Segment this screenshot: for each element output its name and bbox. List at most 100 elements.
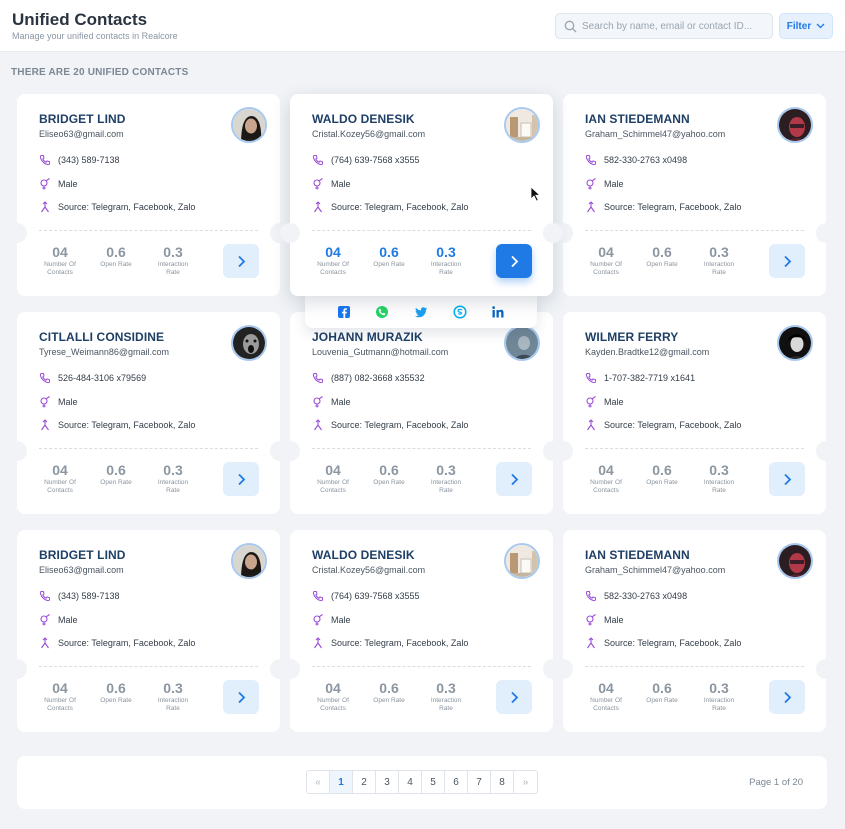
- contact-gender: Male: [312, 178, 351, 190]
- search-input[interactable]: [582, 18, 768, 34]
- contact-name[interactable]: JOHANN MURAZIK: [312, 330, 423, 344]
- gender-icon: [586, 178, 596, 190]
- stat-contacts: 04 Number Of Contacts: [313, 462, 353, 495]
- phone-text: 582-330-2763 x0498: [604, 155, 688, 165]
- contact-card[interactable]: WALDO DENESIK Cristal.Kozey56@gmail.com (7…: [280, 530, 563, 732]
- card-notch: [280, 441, 300, 461]
- contact-card[interactable]: JOHANN MURAZIK Louvenia_Gutmann@hotmail.c…: [280, 312, 563, 514]
- phone-text: (764) 639-7568 x3555: [331, 155, 420, 165]
- contact-phone: 526-484-3106 x79569: [39, 372, 146, 384]
- filter-label: Filter: [786, 20, 812, 32]
- contact-name[interactable]: IAN STIEDEMANN: [585, 548, 690, 562]
- contact-phone: (764) 639-7568 x3555: [312, 590, 420, 602]
- page-button-3[interactable]: 3: [376, 771, 399, 793]
- chevron-down-icon: [816, 23, 825, 29]
- open-contact-button[interactable]: [769, 244, 805, 278]
- stat-label: Number Of Contacts: [317, 261, 349, 276]
- open-contact-button[interactable]: [496, 244, 532, 278]
- stat-value: 04: [598, 680, 614, 696]
- contact-name[interactable]: BRIDGET LIND: [39, 112, 126, 126]
- stat-label: Number Of Contacts: [317, 697, 349, 712]
- chevron-right-icon: [783, 255, 791, 267]
- prev-page-button[interactable]: «: [307, 771, 330, 793]
- whatsapp-icon[interactable]: [375, 305, 389, 319]
- gender-text: Male: [331, 397, 351, 407]
- contact-card[interactable]: IAN STIEDEMANN Graham_Schimmel47@yahoo.co…: [553, 530, 836, 732]
- phone-icon: [39, 591, 50, 602]
- chevron-right-icon: [510, 255, 518, 267]
- stat-open-rate: 0.6 Open Rate: [642, 244, 682, 269]
- card-divider: [585, 666, 804, 667]
- gender-text: Male: [58, 397, 78, 407]
- stat-label: Interaction Rate: [430, 697, 462, 712]
- contact-card[interactable]: BRIDGET LIND Eliseo63@gmail.com (343) 589-…: [7, 94, 290, 296]
- contact-phone: (887) 082-3668 x35532: [312, 372, 425, 384]
- avatar: [777, 543, 813, 579]
- stat-value: 0.3: [163, 244, 183, 260]
- stat-value: 0.6: [652, 244, 672, 260]
- contact-name[interactable]: BRIDGET LIND: [39, 548, 126, 562]
- contact-card[interactable]: IAN STIEDEMANN Graham_Schimmel47@yahoo.co…: [553, 94, 836, 296]
- page-button-6[interactable]: 6: [445, 771, 468, 793]
- gender-icon: [586, 396, 596, 408]
- stat-interaction-rate: 0.3 Interaction Rate: [699, 680, 739, 713]
- contact-name[interactable]: CITLALLI CONSIDINE: [39, 330, 164, 344]
- open-contact-button[interactable]: [223, 462, 259, 496]
- phone-text: (764) 639-7568 x3555: [331, 591, 420, 601]
- contact-card[interactable]: BRIDGET LIND Eliseo63@gmail.com (343) 589-…: [7, 530, 290, 732]
- card-notch: [553, 441, 573, 461]
- page-button-2[interactable]: 2: [353, 771, 376, 793]
- chevron-right-icon: [510, 691, 518, 703]
- search-box[interactable]: [555, 13, 773, 39]
- avatar: [231, 543, 267, 579]
- contact-card[interactable]: CITLALLI CONSIDINE Tyrese_Weimann86@gmail…: [7, 312, 290, 514]
- contact-name[interactable]: WALDO DENESIK: [312, 548, 415, 562]
- stat-value: 0.3: [709, 680, 729, 696]
- stat-open-rate: 0.6 Open Rate: [642, 462, 682, 487]
- page-button-7[interactable]: 7: [468, 771, 491, 793]
- contact-source: Source: Telegram, Facebook, Zalo: [39, 419, 195, 431]
- contact-card[interactable]: WALDO DENESIK Cristal.Kozey56@gmail.com (7…: [280, 94, 563, 296]
- contact-name[interactable]: IAN STIEDEMANN: [585, 112, 690, 126]
- filter-button[interactable]: Filter: [779, 13, 833, 39]
- contact-email: Eliseo63@gmail.com: [39, 129, 124, 139]
- stat-value: 0.3: [709, 244, 729, 260]
- linkedin-icon[interactable]: [491, 305, 505, 319]
- page-button-8[interactable]: 8: [491, 771, 514, 793]
- open-contact-button[interactable]: [496, 680, 532, 714]
- social-share-bar: [305, 296, 537, 328]
- open-contact-button[interactable]: [769, 680, 805, 714]
- page-button-5[interactable]: 5: [422, 771, 445, 793]
- contact-source: Source: Telegram, Facebook, Zalo: [39, 637, 195, 649]
- page-button-4[interactable]: 4: [399, 771, 422, 793]
- next-page-button[interactable]: »: [514, 771, 537, 793]
- stat-value: 0.6: [379, 244, 399, 260]
- contact-source: Source: Telegram, Facebook, Zalo: [39, 201, 195, 213]
- twitter-icon[interactable]: [414, 305, 428, 319]
- stat-contacts: 04 Number Of Contacts: [40, 244, 80, 277]
- stat-interaction-rate: 0.3 Interaction Rate: [426, 244, 466, 277]
- contact-name[interactable]: WILMER FERRY: [585, 330, 678, 344]
- avatar: [504, 107, 540, 143]
- contact-email: Eliseo63@gmail.com: [39, 565, 124, 575]
- stat-value: 04: [325, 680, 341, 696]
- open-contact-button[interactable]: [223, 244, 259, 278]
- contact-name[interactable]: WALDO DENESIK: [312, 112, 415, 126]
- open-contact-button[interactable]: [496, 462, 532, 496]
- contact-email: Tyrese_Weimann86@gmail.com: [39, 347, 170, 357]
- page-button-1[interactable]: 1: [330, 771, 353, 793]
- contact-card[interactable]: WILMER FERRY Kayden.Bradtke12@gmail.com 1-…: [553, 312, 836, 514]
- stat-contacts: 04 Number Of Contacts: [313, 244, 353, 277]
- stat-label: Open Rate: [100, 697, 132, 704]
- stat-label: Number Of Contacts: [590, 479, 622, 494]
- open-contact-button[interactable]: [769, 462, 805, 496]
- card-notch: [7, 223, 27, 243]
- stat-value: 0.6: [652, 680, 672, 696]
- gender-text: Male: [58, 615, 78, 625]
- source-icon: [41, 419, 49, 431]
- open-contact-button[interactable]: [223, 680, 259, 714]
- facebook-icon[interactable]: [337, 305, 351, 319]
- phone-text: (887) 082-3668 x35532: [331, 373, 425, 383]
- skype-icon[interactable]: [453, 305, 467, 319]
- stat-value: 04: [598, 244, 614, 260]
